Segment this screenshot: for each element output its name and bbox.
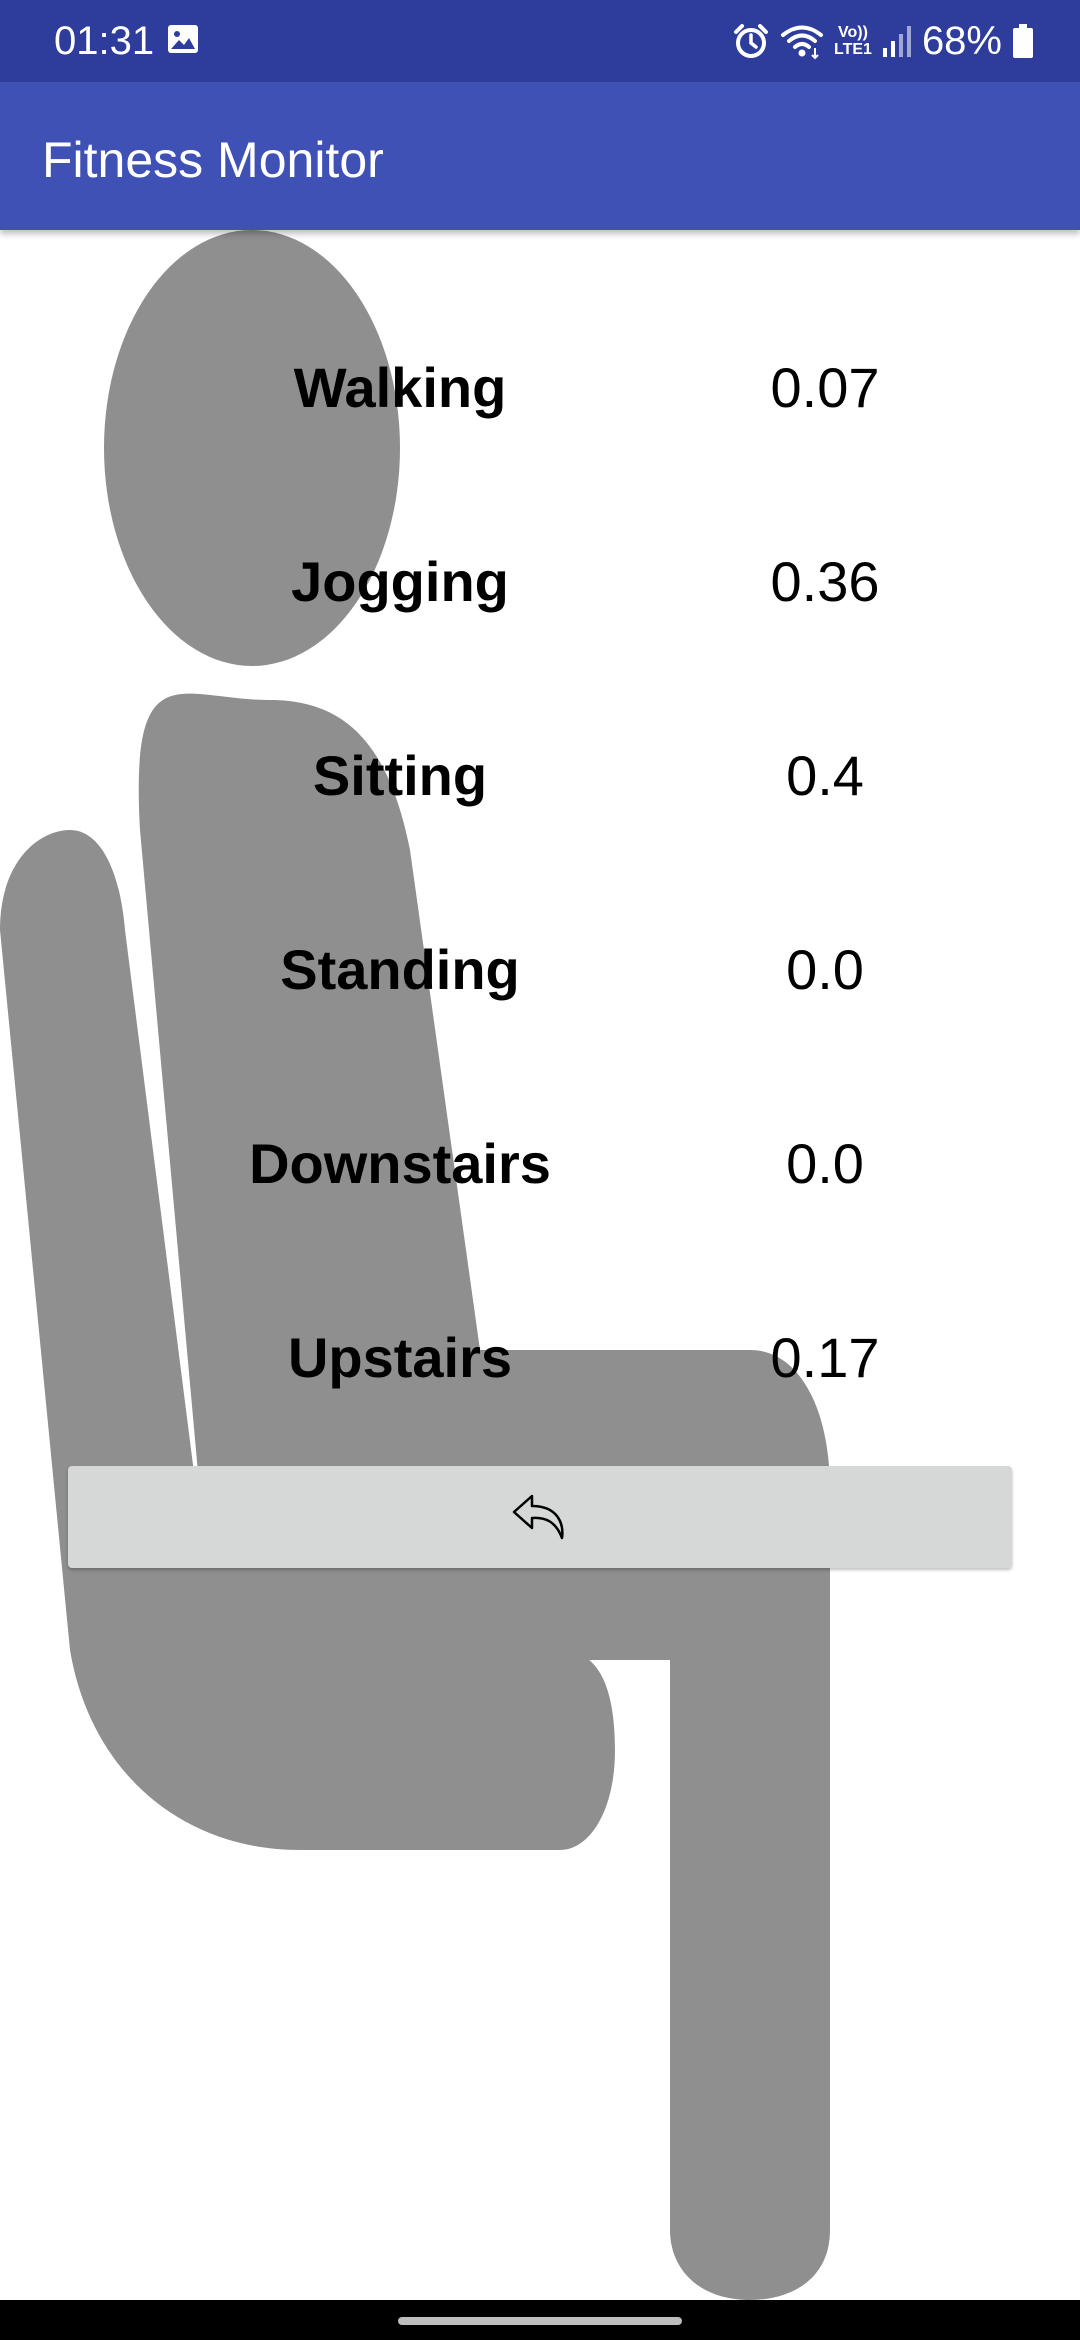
activity-row-walking: Walking 0.07 xyxy=(0,338,1080,438)
activity-label: Upstairs xyxy=(287,1326,513,1389)
volte-icon: Vo)) LTE1 xyxy=(834,24,872,58)
activity-label: Jogging xyxy=(291,550,509,613)
activity-value: 0.0 xyxy=(786,938,864,1001)
battery-percent: 68% xyxy=(921,19,1002,63)
status-bar: 01:31 Vo)) LTE1 68% xyxy=(0,0,1080,82)
activity-label: Standing xyxy=(280,938,520,1001)
activity-label: Downstairs xyxy=(249,1132,551,1195)
activity-row-jogging: Jogging 0.36 xyxy=(0,532,1080,632)
activity-value: 0.17 xyxy=(770,1326,880,1389)
app-title: Fitness Monitor xyxy=(42,132,384,188)
activity-row-sitting: Sitting 0.4 xyxy=(0,726,1080,826)
screen: 01:31 Vo)) LTE1 68% Fitness Monitor Walk… xyxy=(0,0,1080,2340)
activity-row-downstairs: Downstairs 0.0 xyxy=(0,1114,1080,1214)
wifi-icon xyxy=(781,25,823,60)
activity-value: 0.0 xyxy=(786,1132,864,1195)
activity-label: Walking xyxy=(293,356,507,419)
navigation-bar xyxy=(0,2300,1080,2340)
activity-row-upstairs: Upstairs 0.17 xyxy=(0,1308,1080,1408)
battery-icon xyxy=(1013,24,1033,58)
status-icons: Vo)) LTE1 68% xyxy=(732,14,1034,68)
back-button[interactable] xyxy=(68,1466,1012,1568)
lte-label: LTE1 xyxy=(834,41,872,58)
gallery-icon xyxy=(168,25,198,53)
home-gesture-handle[interactable] xyxy=(398,2317,682,2325)
activity-value: 0.07 xyxy=(770,356,880,419)
activity-label: Sitting xyxy=(312,744,488,807)
app-bar: Fitness Monitor xyxy=(0,82,1080,230)
volte-label: Vo)) xyxy=(838,24,868,41)
status-time: 01:31 xyxy=(54,19,155,63)
alarm-icon xyxy=(734,24,768,58)
undo-arrow-icon xyxy=(512,1494,564,1540)
activity-value: 0.36 xyxy=(770,550,880,613)
activity-value: 0.4 xyxy=(786,744,864,807)
signal-icon xyxy=(882,26,911,57)
activity-row-standing: Standing 0.0 xyxy=(0,920,1080,1020)
